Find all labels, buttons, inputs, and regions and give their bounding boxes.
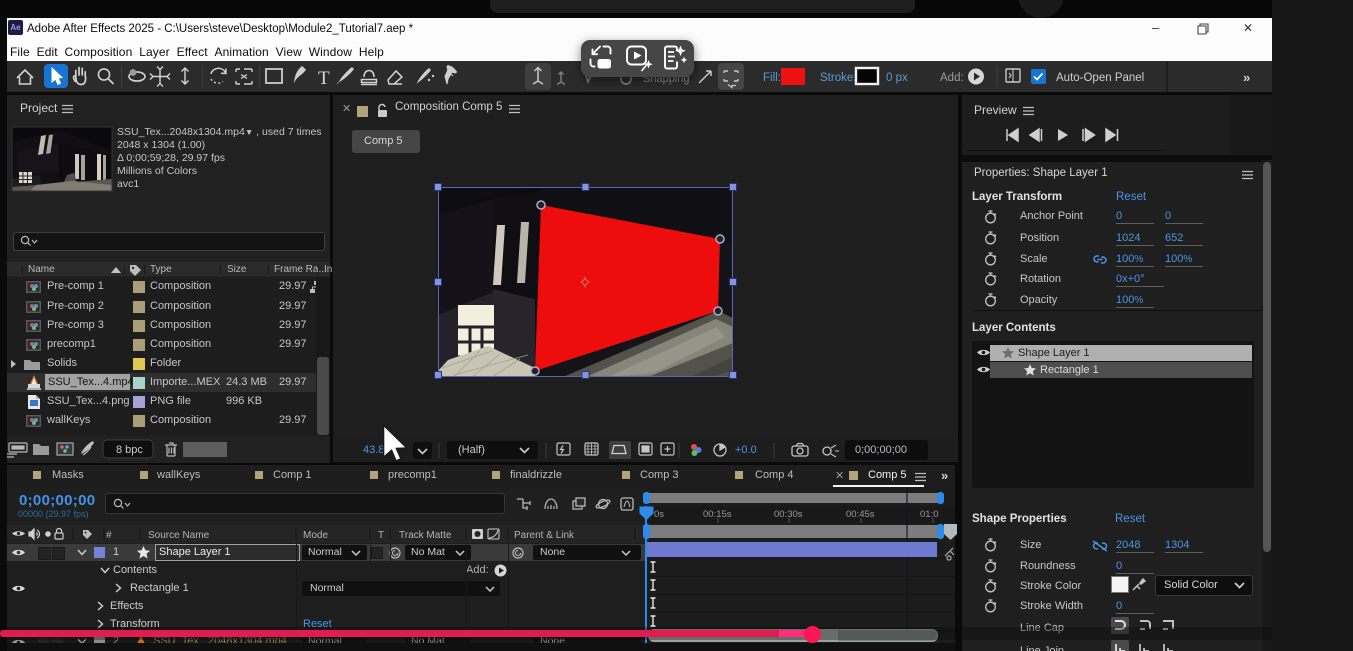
svg-text:»: » <box>1243 70 1250 85</box>
svg-text:Fill:: Fill: <box>763 72 781 84</box>
svg-text:Mode: Mode <box>303 530 328 541</box>
svg-text:Source Name: Source Name <box>148 530 210 541</box>
svg-text:Track Matte: Track Matte <box>399 530 452 541</box>
svg-text:0 px: 0 px <box>886 72 908 84</box>
svg-text:Parent & Link: Parent & Link <box>514 530 575 541</box>
svg-text:Auto-Open Panel: Auto-Open Panel <box>1056 72 1144 84</box>
svg-text:T: T <box>378 530 384 541</box>
svg-text:Add:: Add: <box>940 72 964 84</box>
svg-text:T: T <box>318 68 330 89</box>
svg-text:8 bpc: 8 bpc <box>116 444 143 456</box>
svg-text:Snapping: Snapping <box>643 73 690 85</box>
svg-text:#: # <box>106 530 112 541</box>
svg-text:Stroke:: Stroke: <box>820 72 856 84</box>
